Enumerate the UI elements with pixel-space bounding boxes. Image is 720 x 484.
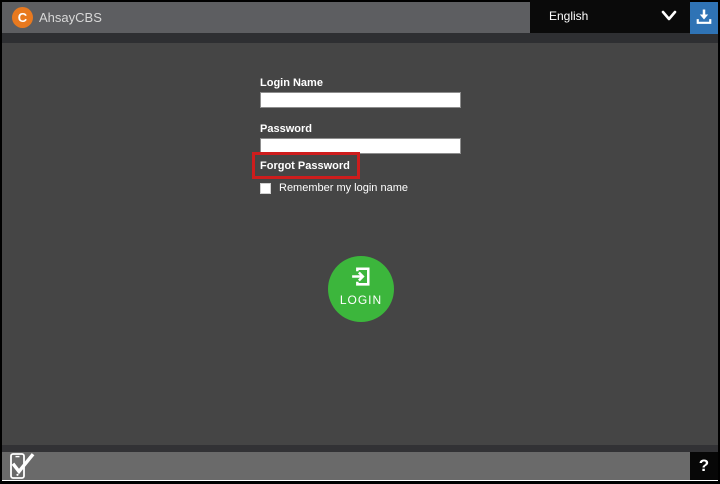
chevron-down-icon bbox=[661, 9, 677, 28]
enter-arrow-icon bbox=[349, 264, 374, 292]
bottom-bar: ? bbox=[2, 452, 718, 480]
ahsay-logo-icon: C bbox=[12, 7, 33, 28]
remember-login-checkbox[interactable] bbox=[260, 183, 271, 194]
language-dropdown[interactable]: English bbox=[530, 0, 690, 33]
password-label: Password bbox=[260, 123, 312, 135]
help-button[interactable]: ? bbox=[690, 452, 718, 480]
forgot-password-link[interactable]: Forgot Password bbox=[260, 160, 350, 172]
language-selected-value: English bbox=[549, 0, 588, 33]
login-button[interactable]: LOGIN bbox=[328, 256, 394, 322]
remember-login-label: Remember my login name bbox=[279, 182, 408, 194]
download-button[interactable] bbox=[690, 2, 718, 34]
footer-shadow bbox=[2, 445, 718, 452]
remember-login-row[interactable]: Remember my login name bbox=[260, 182, 408, 194]
download-icon bbox=[694, 7, 714, 30]
login-name-input[interactable] bbox=[260, 92, 461, 108]
forgot-password-annotation-box: Forgot Password bbox=[252, 152, 360, 179]
bottom-divider bbox=[2, 480, 718, 481]
login-page: C AhsayCBS English Login Name Password F… bbox=[0, 0, 720, 483]
logo-letter: C bbox=[18, 10, 27, 25]
topbar-shadow bbox=[2, 33, 718, 43]
login-name-label: Login Name bbox=[260, 77, 323, 89]
app-title: AhsayCBS bbox=[39, 2, 102, 33]
login-button-label: LOGIN bbox=[340, 293, 382, 307]
